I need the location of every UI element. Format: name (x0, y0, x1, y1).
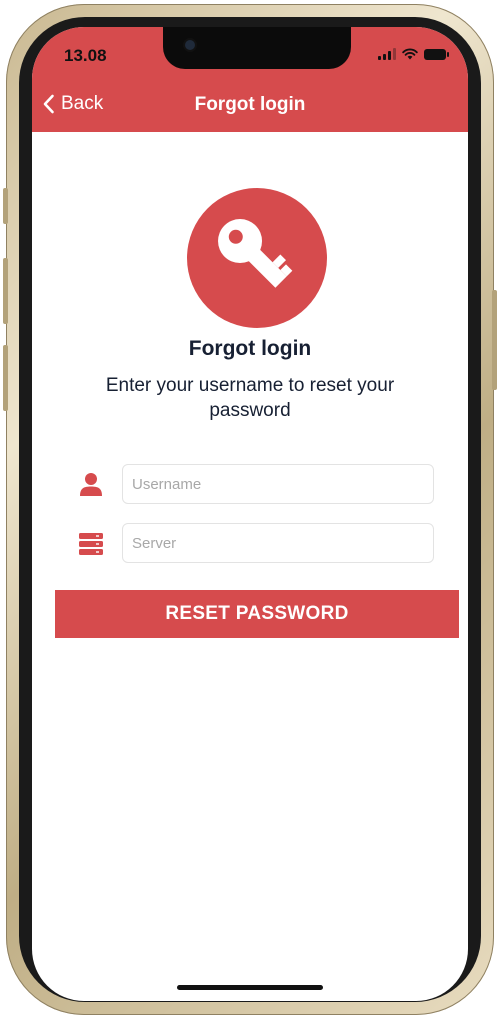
hero-title: Forgot login (188, 337, 312, 360)
volume-up-button (3, 258, 8, 324)
notch (163, 27, 351, 69)
page-title: Forgot login (194, 94, 306, 115)
front-camera (185, 40, 195, 50)
hero-subtitle: Enter your username to reset your passwo… (105, 375, 395, 421)
username-input[interactable] (122, 464, 434, 504)
app-header: 13.08 Back Forgot login (32, 27, 468, 132)
app-screen: 13.08 Back Forgot login Forgot login Ent… (32, 27, 468, 1001)
reset-password-button[interactable]: RESET PASSWORD (55, 590, 459, 638)
battery-icon (424, 48, 449, 60)
server-icon (79, 533, 103, 555)
home-indicator[interactable] (177, 985, 323, 990)
server-row (78, 523, 436, 565)
volume-down-button (3, 345, 8, 411)
server-input[interactable] (122, 523, 434, 563)
status-time: 13.08 (64, 46, 107, 65)
user-icon (80, 473, 102, 496)
wifi-icon (402, 48, 418, 60)
signal-icon (378, 48, 396, 60)
username-row (78, 464, 436, 506)
key-badge (187, 188, 327, 328)
power-button (492, 290, 497, 390)
silent-switch (3, 188, 8, 224)
key-icon (218, 219, 293, 288)
status-icons (378, 48, 449, 60)
